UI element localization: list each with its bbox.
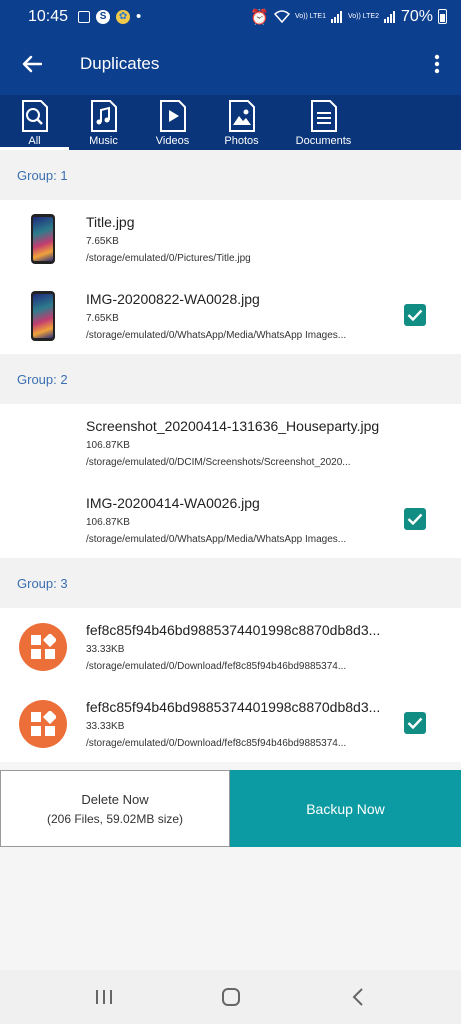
tab-videos[interactable]: Videos [138,95,207,150]
more-vertical-icon [434,54,440,74]
group-body: Screenshot_20200414-131636_Houseparty.jp… [0,404,461,558]
select-checkbox[interactable] [404,712,426,734]
list-item[interactable]: Screenshot_20200414-131636_Houseparty.jp… [0,404,461,481]
delete-summary: (206 Files, 59.02MB size) [46,811,184,826]
file-size: 7.65KB [86,312,119,324]
home-button[interactable] [201,977,261,1017]
tab-music[interactable]: Music [69,95,138,150]
chevron-left-icon [352,988,363,1006]
app-notification-icon: ✿ [116,9,131,24]
file-size: 33.33KB [86,720,125,732]
file-name: fef8c85f94b46bd9885374401998c8870db8d3..… [86,621,381,638]
tab-videos-label: Videos [155,135,190,147]
arrow-left-icon [22,55,42,73]
apk-file-icon [19,699,67,748]
system-nav-bar [0,970,461,1024]
battery-icon [438,9,447,24]
home-icon [221,988,240,1006]
status-bar: 10:45 S ✿ • ⏰ Vo)) LTE1 Vo)) LTE2 70% [0,0,461,33]
file-size: 7.65KB [86,235,119,247]
list-item[interactable]: fef8c85f94b46bd9885374401998c8870db8d3..… [0,685,461,762]
more-options-button[interactable] [413,33,461,95]
check-icon [407,309,423,321]
apk-thumbnail [0,608,86,685]
recent-apps-icon [95,990,112,1004]
apk-thumbnail [0,685,86,762]
file-path: /storage/emulated/0/Pictures/Title.jpg [86,252,251,264]
list-item[interactable]: IMG-20200414-WA0026.jpg 106.87KB /storag… [0,481,461,558]
select-checkbox[interactable] [404,304,426,326]
file-name: IMG-20200414-WA0026.jpg [86,494,260,511]
status-time: 10:45 [28,7,69,25]
apk-file-icon [19,622,67,671]
backup-now-button[interactable]: Backup Now [230,770,461,847]
file-size: 106.87KB [86,439,130,451]
recent-apps-button[interactable] [74,977,134,1017]
group-header: Group: 1 [0,150,461,200]
file-name: fef8c85f94b46bd9885374401998c8870db8d3..… [86,698,381,715]
notification-icons: S ✿ • [78,8,141,25]
image-thumbnail [0,277,86,354]
phone-image-icon [31,213,55,264]
duplicate-list: Group: 1 Title.jpg 7.65KB /storage/emula… [0,150,461,762]
delete-now-button[interactable]: Delete Now (206 Files, 59.02MB size) [0,770,230,847]
delete-now-label: Delete Now [81,791,149,807]
check-icon [407,513,423,525]
alarm-icon: ⏰ [250,8,269,26]
file-size: 33.33KB [86,643,125,655]
file-path: /storage/emulated/0/Download/fef8c85f94b… [86,660,347,672]
gallery-icon [78,10,91,23]
image-thumbnail [0,200,86,277]
search-file-icon [21,99,49,132]
page-title: Duplicates [80,54,160,73]
check-icon [407,717,423,729]
back-nav-button[interactable] [328,977,388,1017]
list-item[interactable]: Title.jpg 7.65KB /storage/emulated/0/Pic… [0,200,461,277]
app-bar: Duplicates [0,33,461,95]
skype-icon: S [96,9,111,24]
list-item[interactable]: IMG-20200822-WA0028.jpg 7.65KB /storage/… [0,277,461,354]
group-header: Group: 3 [0,558,461,608]
image-thumbnail [0,404,86,481]
sim2-label: Vo)) LTE2 [347,12,379,20]
file-name: Screenshot_20200414-131636_Houseparty.jp… [86,417,380,434]
file-path: /storage/emulated/0/DCIM/Screenshots/Scr… [86,456,351,468]
phone-image-icon [31,290,55,341]
category-tabs: All Music Videos Photos Documents [0,95,461,150]
action-bar: Delete Now (206 Files, 59.02MB size) Bac… [0,770,461,847]
group-body: fef8c85f94b46bd9885374401998c8870db8d3..… [0,608,461,762]
status-right: ⏰ Vo)) LTE1 Vo)) LTE2 70% [250,8,447,26]
back-button[interactable] [0,33,64,95]
sim1-label: Vo)) LTE1 [294,12,326,20]
file-size: 106.87KB [86,516,130,528]
tab-documents[interactable]: Documents [276,95,371,150]
dot-icon: • [136,8,142,25]
backup-now-label: Backup Now [306,800,385,817]
select-checkbox[interactable] [404,508,426,530]
document-file-icon [310,99,338,132]
tab-all-label: All [28,135,41,147]
tab-documents-label: Documents [295,135,352,147]
wifi-icon [273,10,290,23]
photo-file-icon [228,99,256,132]
group-body: Title.jpg 7.65KB /storage/emulated/0/Pic… [0,200,461,354]
list-item[interactable]: fef8c85f94b46bd9885374401998c8870db8d3..… [0,608,461,685]
tab-all[interactable]: All [0,95,69,150]
group-header: Group: 2 [0,354,461,404]
video-file-icon [159,99,187,132]
signal2-icon [383,10,395,23]
file-path: /storage/emulated/0/WhatsApp/Media/Whats… [86,533,347,545]
file-path: /storage/emulated/0/WhatsApp/Media/Whats… [86,329,347,341]
signal1-icon [330,10,342,23]
file-path: /storage/emulated/0/Download/fef8c85f94b… [86,737,347,749]
battery-percent: 70% [400,7,433,25]
tab-photos[interactable]: Photos [207,95,276,150]
music-file-icon [90,99,118,132]
image-thumbnail [0,481,86,558]
file-name: Title.jpg [86,213,135,230]
file-name: IMG-20200822-WA0028.jpg [86,290,260,307]
tab-photos-label: Photos [224,135,259,147]
tab-music-label: Music [89,135,118,147]
